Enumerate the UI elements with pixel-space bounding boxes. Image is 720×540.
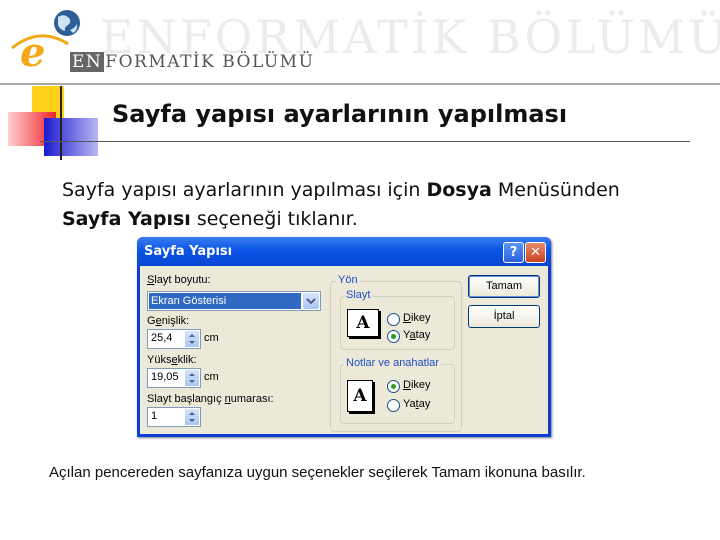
height-label: Yükseklik: xyxy=(147,354,197,366)
dialog-client-area: Slayt boyutu: Ekran Gösterisi Genişlik: … xyxy=(140,266,548,434)
chevron-down-icon[interactable] xyxy=(303,293,319,309)
close-button[interactable]: ✕ xyxy=(525,242,546,263)
slide-size-label-rest: layt boyutu: xyxy=(154,274,211,286)
logo-letter: e xyxy=(20,29,45,74)
body-bold-dosya: Dosya xyxy=(426,179,492,201)
slide-footer-text: Açılan pencereden sayfanıza uygun seçene… xyxy=(49,464,586,481)
width-label-pre: G xyxy=(147,315,156,327)
body-part3: seçeneği tıklanır. xyxy=(190,208,358,230)
notes-landscape-label[interactable]: Yatay xyxy=(403,398,430,410)
width-value: 25,4 xyxy=(151,332,173,344)
start-number-value: 1 xyxy=(151,410,158,422)
body-part1: Sayfa yapısı ayarlarının yapılması için xyxy=(62,179,427,201)
notes-landscape-pre: Ya xyxy=(403,398,416,410)
width-stepper[interactable]: 25,4 xyxy=(147,329,201,349)
slide-size-label: Slayt boyutu: xyxy=(147,274,211,286)
slide-landscape-rest: tay xyxy=(415,329,431,341)
dialog-titlebar[interactable]: Sayfa Yapısı ? ✕ xyxy=(137,237,551,266)
start-number-stepper[interactable]: 1 xyxy=(147,407,201,427)
slide-size-select[interactable]: Ekran Gösterisi xyxy=(147,291,321,311)
start-number-label: Slayt başlangıç numarası: xyxy=(147,393,274,405)
spin-arrows-icon xyxy=(189,412,195,422)
notes-portrait-radio[interactable] xyxy=(387,380,400,393)
title-underline xyxy=(40,141,690,142)
deco-blue-square xyxy=(44,118,98,156)
body-part2: Menüsünden xyxy=(491,179,620,201)
height-stepper[interactable]: 19,05 xyxy=(147,368,201,388)
dialog-title: Sayfa Yapısı xyxy=(144,244,233,259)
height-label-pre: Yüks xyxy=(147,354,172,366)
radio-selected-dot xyxy=(391,384,396,389)
notes-portrait-label[interactable]: Dikey xyxy=(403,379,431,391)
notes-portrait-rest: ikey xyxy=(410,379,431,391)
height-value: 19,05 xyxy=(151,371,179,383)
notes-landscape-radio[interactable] xyxy=(387,399,400,412)
slide-portrait-rest: ikey xyxy=(410,312,431,324)
brand-rest: FORMATİK BÖLÜMÜ xyxy=(105,52,315,72)
brand-name: EN FORMATİK BÖLÜMÜ xyxy=(70,52,314,72)
deco-vertical-line xyxy=(60,86,62,160)
notes-portrait-mnemonic: D xyxy=(403,379,411,391)
start-label-rest: umarası: xyxy=(230,393,274,405)
slide-landscape-label[interactable]: Yatay xyxy=(403,329,430,341)
height-spin-buttons[interactable] xyxy=(185,370,199,386)
width-label-rest: nişlik: xyxy=(161,315,190,327)
slide-title: Sayfa yapısı ayarlarının yapılması xyxy=(112,100,568,128)
slide-portrait-mnemonic: D xyxy=(403,312,411,324)
orientation-group-title: Yön xyxy=(336,274,360,286)
logo: e xyxy=(11,10,80,74)
notes-group-title: Notlar ve anahatlar xyxy=(344,357,441,369)
height-label-rest: klik: xyxy=(177,354,197,366)
slide-portrait-radio[interactable] xyxy=(387,313,400,326)
notes-landscape-rest: ay xyxy=(418,398,431,410)
width-unit: cm xyxy=(204,332,219,344)
start-label-pre: Slayt başlangıç xyxy=(147,393,225,405)
help-button[interactable]: ? xyxy=(503,242,524,263)
slide-body-text: Sayfa yapısı ayarlarının yapılması için … xyxy=(62,176,702,234)
radio-selected-dot xyxy=(391,334,396,339)
slide-size-value: Ekran Gösterisi xyxy=(149,293,301,309)
start-spin-buttons[interactable] xyxy=(185,409,199,425)
slide-group-title: Slayt xyxy=(344,289,373,301)
height-unit: cm xyxy=(204,371,219,383)
slide-portrait-label[interactable]: Dikey xyxy=(403,312,431,324)
body-bold-sayfa-yapisi: Sayfa Yapısı xyxy=(62,208,191,230)
page-setup-dialog: Sayfa Yapısı ? ✕ Slayt boyutu: Ekran Gös… xyxy=(137,237,551,437)
width-label: Genişlik: xyxy=(147,315,189,327)
spin-arrows-icon xyxy=(189,373,195,383)
landscape-page-icon: A xyxy=(347,309,379,337)
cancel-button[interactable]: İptal xyxy=(468,305,540,328)
width-spin-buttons[interactable] xyxy=(185,331,199,347)
header-divider xyxy=(0,83,720,85)
spin-arrows-icon xyxy=(189,334,195,344)
ok-button[interactable]: Tamam xyxy=(468,275,540,298)
portrait-page-icon: A xyxy=(347,380,373,412)
slide-landscape-radio[interactable] xyxy=(387,330,400,343)
globe-icon xyxy=(54,10,80,36)
brand-en: EN xyxy=(70,52,105,72)
